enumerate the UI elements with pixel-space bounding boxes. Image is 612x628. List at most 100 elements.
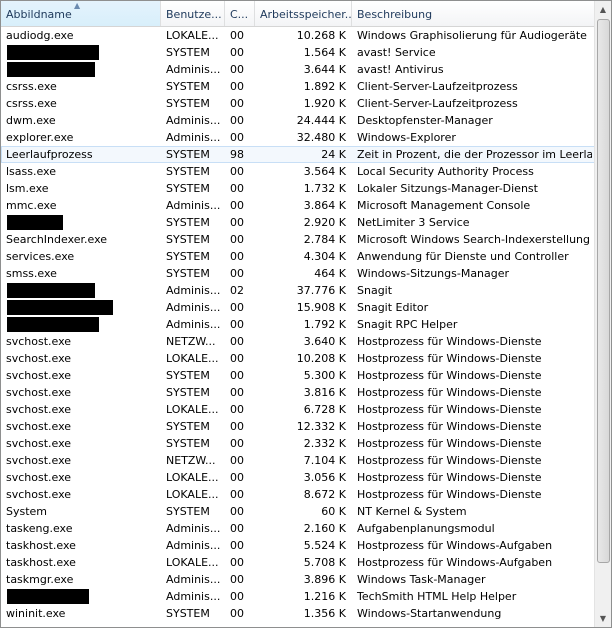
process-memory: 6.728 K [303, 403, 346, 416]
process-name: lsass.exe [6, 165, 56, 178]
redaction-block [7, 45, 99, 60]
table-row[interactable]: explorer.exe Adminis... 00 32.480 K Windows-… [1, 129, 595, 146]
process-description: Snagit RPC Helper [357, 318, 458, 331]
table-row[interactable]: dwm.exe Adminis... 00 24.444 K Desktopfenste… [1, 112, 595, 129]
table-row[interactable]: Adminis... 00 3.644 K avast! Antivirus [1, 61, 595, 78]
table-row[interactable]: svchost.exe LOKALE... 00 10.208 K Hostprozes… [1, 350, 595, 367]
table-row[interactable]: Adminis... 00 1.216 K TechSmith HTML Help H… [1, 588, 595, 605]
table-row[interactable]: csrss.exe SYSTEM 00 1.892 K Client-Server-La… [1, 78, 595, 95]
column-header-memory[interactable]: Arbeitsspeicher... [255, 1, 352, 26]
process-user: SYSTEM [166, 505, 210, 518]
table-row[interactable]: svchost.exe LOKALE... 00 6.728 K Hostprozess… [1, 401, 595, 418]
process-cpu: 00 [230, 46, 244, 59]
table-row[interactable]: svchost.exe SYSTEM 00 2.332 K Hostprozess fü… [1, 435, 595, 452]
process-cpu: 00 [230, 199, 244, 212]
table-row[interactable]: Leerlaufprozess SYSTEM 98 24 K Zeit in Proze… [1, 146, 595, 163]
process-user: SYSTEM [166, 80, 210, 93]
table-row[interactable]: mmc.exe Adminis... 00 3.864 K Microsoft Mana… [1, 197, 595, 214]
table-row[interactable]: audiodg.exe LOKALE... 00 10.268 K Windows Gr… [1, 27, 595, 44]
process-user: SYSTEM [166, 233, 210, 246]
process-cpu: 00 [230, 301, 244, 314]
table-row[interactable]: svchost.exe SYSTEM 00 5.300 K Hostprozess fü… [1, 367, 595, 384]
table-row[interactable]: System SYSTEM 00 60 K NT Kernel & System [1, 503, 595, 520]
process-user: Adminis... [166, 318, 221, 331]
table-row[interactable]: svchost.exe NETZW... 00 3.640 K Hostprozess … [1, 333, 595, 350]
table-row[interactable]: taskmgr.exe Adminis... 00 3.896 K Windows Ta… [1, 571, 595, 588]
process-memory: 2.920 K [303, 216, 346, 229]
column-header-description[interactable]: Beschreibung [352, 1, 595, 26]
table-row[interactable]: svchost.exe LOKALE... 00 8.672 K Hostprozess… [1, 486, 595, 503]
process-name: svchost.exe [6, 420, 72, 433]
process-memory: 3.644 K [303, 63, 346, 76]
column-header-label: Beschreibung [357, 8, 433, 21]
sort-up-icon: ▲ [74, 1, 81, 10]
process-name: smss.exe [6, 267, 57, 280]
table-row[interactable]: taskhost.exe Adminis... 00 5.524 K Hostproze… [1, 537, 595, 554]
process-description: Windows-Sitzungs-Manager [357, 267, 510, 280]
process-cpu: 00 [230, 522, 244, 535]
process-user: SYSTEM [166, 607, 210, 620]
table-row[interactable]: svchost.exe LOKALE... 00 3.056 K Hostprozess… [1, 469, 595, 486]
process-name: audiodg.exe [6, 29, 74, 42]
table-row[interactable]: services.exe SYSTEM 00 4.304 K Anwendung für… [1, 248, 595, 265]
process-cpu: 00 [230, 505, 244, 518]
process-user: Adminis... [166, 539, 221, 552]
process-memory: 1.564 K [303, 46, 346, 59]
table-row[interactable]: SYSTEM 00 1.564 K avast! Service [1, 44, 595, 61]
process-cpu: 02 [230, 284, 244, 297]
table-row[interactable]: Adminis... 02 37.776 K Snagit [1, 282, 595, 299]
table-row[interactable]: svchost.exe NETZW... 00 7.104 K Hostprozess … [1, 452, 595, 469]
table-row[interactable]: smss.exe SYSTEM 00 464 K Windows-Sitzungs-Ma… [1, 265, 595, 282]
process-cpu: 00 [230, 454, 244, 467]
process-description: Hostprozess für Windows-Dienste [357, 335, 542, 348]
process-description: Hostprozess für Windows-Dienste [357, 437, 542, 450]
scroll-up-icon[interactable]: ▲ [595, 1, 611, 18]
process-memory: 5.708 K [303, 556, 346, 569]
column-header-user[interactable]: Benutze... [161, 1, 225, 26]
table-row[interactable]: csrss.exe SYSTEM 00 1.920 K Client-Server-La… [1, 95, 595, 112]
process-cpu: 00 [230, 29, 244, 42]
process-description: Windows-Explorer [357, 131, 456, 144]
process-name: mmc.exe [6, 199, 57, 212]
process-memory: 3.816 K [303, 386, 346, 399]
table-row[interactable]: lsm.exe SYSTEM 00 1.732 K Lokaler Sitzungs-M… [1, 180, 595, 197]
redaction-block [7, 317, 99, 332]
process-user: LOKALE... [166, 403, 219, 416]
process-name: wininit.exe [6, 607, 66, 620]
process-memory: 1.892 K [303, 80, 346, 93]
table-row[interactable]: taskhost.exe LOKALE... 00 5.708 K Hostprozes… [1, 554, 595, 571]
table-row[interactable]: svchost.exe SYSTEM 00 3.816 K Hostprozess fü… [1, 384, 595, 401]
process-user: Adminis... [166, 114, 221, 127]
table-row[interactable]: wininit.exe SYSTEM 00 1.356 K Windows-Starta… [1, 605, 595, 622]
table-row[interactable]: taskeng.exe Adminis... 00 2.160 K Aufgabenpl… [1, 520, 595, 537]
table-row[interactable]: SYSTEM 00 2.920 K NetLimiter 3 Service [1, 214, 595, 231]
process-description: NetLimiter 3 Service [357, 216, 470, 229]
process-user: LOKALE... [166, 471, 219, 484]
scrollbar-thumb[interactable] [597, 19, 610, 563]
process-name: svchost.exe [6, 454, 72, 467]
process-cpu: 00 [230, 369, 244, 382]
process-cpu: 00 [230, 386, 244, 399]
table-row[interactable]: Adminis... 00 1.792 K Snagit RPC Helper [1, 316, 595, 333]
process-list: ▲ Abbildname Benutze... C... Arbeitsspei… [0, 0, 612, 628]
process-description: avast! Antivirus [357, 63, 444, 76]
process-cpu: 00 [230, 63, 244, 76]
process-user: SYSTEM [166, 437, 210, 450]
table-row[interactable]: SearchIndexer.exe SYSTEM 00 2.784 K Microsof… [1, 231, 595, 248]
table-row[interactable]: svchost.exe SYSTEM 00 12.332 K Hostprozess f… [1, 418, 595, 435]
scroll-down-icon[interactable]: ▼ [595, 610, 611, 627]
process-memory: 8.672 K [303, 488, 346, 501]
process-memory: 2.784 K [303, 233, 346, 246]
column-header-cpu[interactable]: C... [225, 1, 255, 26]
vertical-scrollbar[interactable]: ▲ ▼ [594, 1, 611, 627]
process-memory: 3.564 K [303, 165, 346, 178]
process-memory: 5.524 K [303, 539, 346, 552]
table-row[interactable]: lsass.exe SYSTEM 00 3.564 K Local Security A… [1, 163, 595, 180]
process-user: SYSTEM [166, 165, 210, 178]
process-cpu: 00 [230, 233, 244, 246]
table-row[interactable]: Adminis... 00 15.908 K Snagit Editor [1, 299, 595, 316]
column-header-image-name[interactable]: ▲ Abbildname [1, 1, 161, 26]
process-user: NETZW... [166, 454, 216, 467]
process-description: Hostprozess für Windows-Aufgaben [357, 556, 553, 569]
process-user: SYSTEM [166, 420, 210, 433]
